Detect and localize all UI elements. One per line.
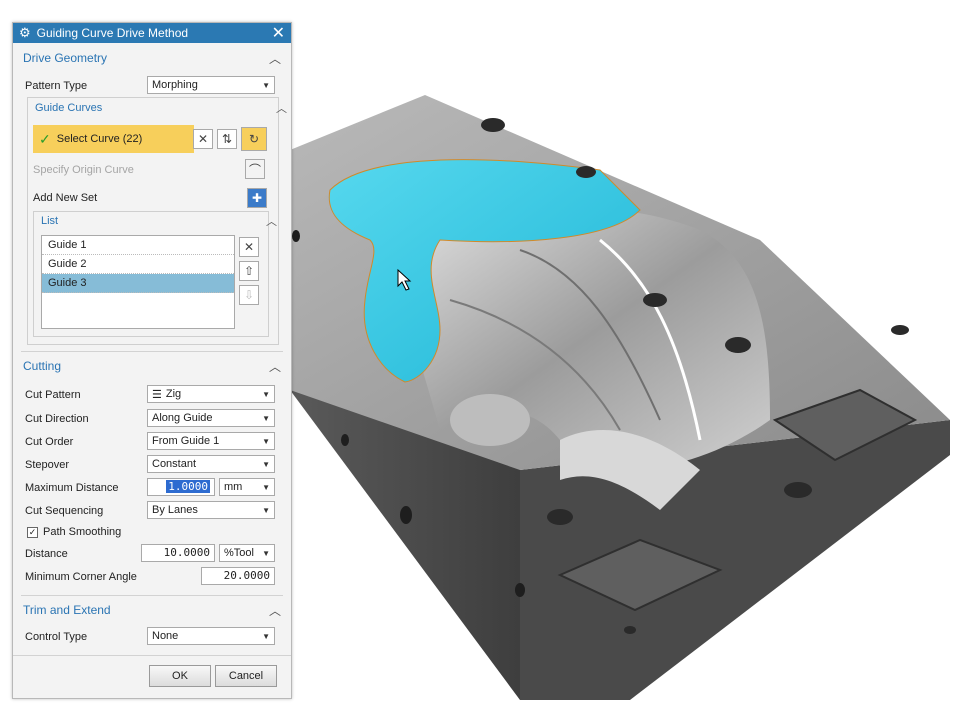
list-item-guide-2[interactable]: Guide 2 [42,255,234,274]
checkmark-icon: ✓ [39,130,51,147]
dropdown-arrow-icon: ▼ [262,413,270,423]
control-type-label: Control Type [25,631,88,643]
min-corner-angle-label: Minimum Corner Angle [25,571,137,583]
stepover-value: Constant [152,458,197,470]
cut-sequencing-select[interactable]: By Lanes ▼ [147,501,275,519]
cutting-header[interactable]: Cutting ︿ [13,355,291,377]
pattern-type-select[interactable]: Morphing ▼ [147,76,275,94]
cut-direction-label: Cut Direction [25,413,89,425]
control-type-select[interactable]: None ▼ [147,627,275,645]
dropdown-arrow-icon: ▼ [262,80,270,90]
chevron-up-icon[interactable]: ︿ [269,50,281,67]
dropdown-arrow-icon: ▼ [262,459,270,469]
min-corner-angle-input[interactable]: 20.0000 [201,567,275,585]
deselect-curve-icon[interactable]: ✕ [193,129,213,149]
footer-divider [13,655,291,656]
max-distance-unit-select[interactable]: mm ▼ [219,478,275,496]
specify-origin-label: Specify Origin Curve [33,164,134,176]
dropdown-arrow-icon: ▼ [262,631,270,641]
gear-icon[interactable]: ⚙ [19,25,31,41]
cut-direction-select[interactable]: Along Guide ▼ [147,409,275,427]
pattern-type-label: Pattern Type [25,80,88,92]
add-new-set-label: Add New Set [33,192,98,204]
cancel-button[interactable]: Cancel [215,665,277,687]
path-smoothing-label: Path Smoothing [43,526,122,538]
max-distance-input[interactable]: 1.0000 [147,478,215,496]
cut-sequencing-value: By Lanes [152,504,198,516]
dropdown-arrow-icon: ▼ [262,505,270,515]
chevron-up-icon[interactable]: ︿ [269,358,281,375]
stepover-select[interactable]: Constant ▼ [147,455,275,473]
dropdown-arrow-icon: ▼ [262,389,270,399]
move-down-icon: ⇩ [239,285,259,305]
pattern-type-value: Morphing [152,79,198,91]
distance-label: Distance [25,548,68,560]
cut-pattern-value: Zig [165,388,182,400]
cut-direction-value: Along Guide [152,412,213,424]
origin-curve-icon: ⌒ [245,159,265,179]
cutting-title: Cutting [23,359,62,373]
cut-sequencing-label: Cut Sequencing [25,505,104,517]
ok-button[interactable]: OK [149,665,211,687]
guide-curves-title: Guide Curves [35,102,103,114]
path-smoothing-checkbox[interactable]: ✓ [27,527,38,538]
trim-extend-header[interactable]: Trim and Extend ︿ [13,599,291,621]
stepover-label: Stepover [25,459,70,471]
trim-extend-title: Trim and Extend [23,603,111,617]
section-divider [21,351,283,352]
list-item-guide-1[interactable]: Guide 1 [42,236,234,255]
distance-unit: %Tool [224,547,254,559]
cut-pattern-select[interactable]: ☰ Zig ▼ [147,385,275,403]
cut-pattern-label: Cut Pattern [25,389,81,401]
min-corner-angle-value: 20.0000 [223,569,270,582]
cut-order-select[interactable]: From Guide 1 ▼ [147,432,275,450]
chevron-up-icon[interactable]: ︿ [276,100,287,116]
chevron-up-icon[interactable]: ︿ [269,602,281,619]
list-header[interactable]: List ︿ [33,213,285,229]
curve-select-icon[interactable]: ↻ [241,127,267,151]
max-distance-label: Maximum Distance [25,482,119,494]
list-title: List [41,215,59,227]
dropdown-arrow-icon: ▼ [262,436,270,446]
chevron-up-icon[interactable]: ︿ [266,213,277,229]
max-distance-value: 1.0000 [166,480,210,493]
zig-pattern-icon: ☰ [152,388,162,401]
dialog-title: Guiding Curve Drive Method [36,26,189,40]
control-type-value: None [152,630,179,642]
section-divider [21,595,283,596]
select-curve-label: Select Curve (22) [56,133,143,145]
max-distance-unit: mm [224,481,243,493]
list-item-guide-3[interactable]: Guide 3 [42,274,234,293]
select-curve-button[interactable]: ✓ Select Curve (22) [33,125,194,153]
distance-unit-select[interactable]: %Tool ▼ [219,544,275,562]
cut-order-label: Cut Order [25,436,74,448]
guide-curves-header[interactable]: Guide Curves ︿ [27,99,295,117]
drive-geometry-header[interactable]: Drive Geometry ︿ [13,47,291,69]
add-new-set-icon[interactable]: ✚ [247,188,267,208]
reverse-direction-icon[interactable]: ⇅ [217,129,237,149]
dropdown-arrow-icon: ▼ [262,548,270,558]
guiding-curve-dialog: ⚙ Guiding Curve Drive Method ✕ Drive Geo… [12,22,292,699]
distance-value: 10.0000 [163,546,210,559]
close-icon[interactable]: ✕ [272,23,285,43]
remove-item-icon[interactable]: ✕ [239,237,259,257]
dialog-titlebar[interactable]: ⚙ Guiding Curve Drive Method ✕ [13,23,291,43]
move-up-icon[interactable]: ⇧ [239,261,259,281]
drive-geometry-title: Drive Geometry [23,51,108,65]
dropdown-arrow-icon: ▼ [262,482,270,492]
guide-list[interactable]: Guide 1 Guide 2 Guide 3 [41,235,235,329]
cut-order-value: From Guide 1 [152,435,220,447]
distance-input[interactable]: 10.0000 [141,544,215,562]
